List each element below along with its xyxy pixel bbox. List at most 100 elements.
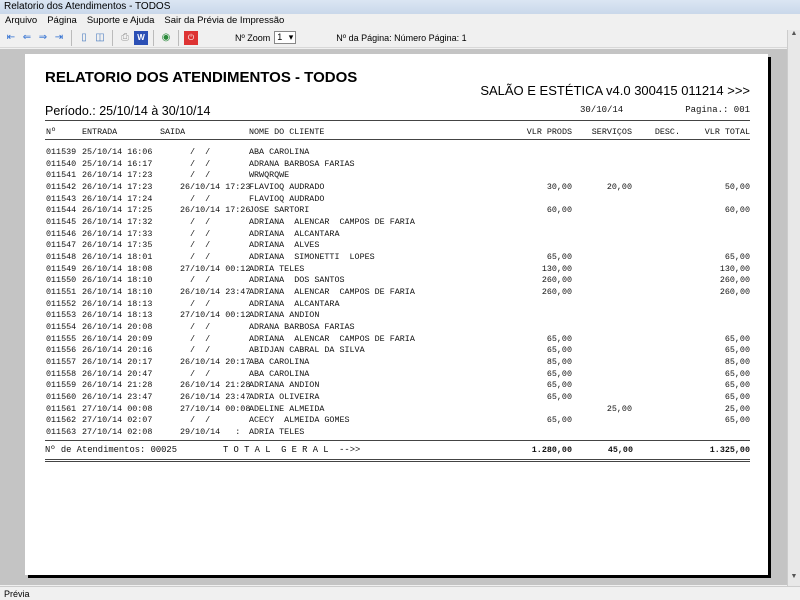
row-saida: / / <box>180 333 211 344</box>
row-vlr-total: 65,00 <box>724 252 750 263</box>
toolbar: ⇤ ⇐ ⇒ ⇥ ▯ ◫ ⎙ W ◉ ⏻ Nº Zoom 1 ▾ Nº da Pág… <box>0 28 800 48</box>
row-entrada: 26/10/14 18:10 <box>82 275 153 286</box>
row-cliente: ADRIA TELES <box>249 427 305 438</box>
row-saida: / / <box>180 275 211 286</box>
row-cliente: ADRANA BARBOSA FARIAS <box>249 322 355 333</box>
row-saida: / / <box>180 345 211 356</box>
report-period: Período.: 25/10/14 à 30/10/14 <box>45 104 211 118</box>
row-vlr-total: 260,00 <box>719 287 750 298</box>
total-prods: 1.280,00 <box>531 445 572 455</box>
row-entrada: 27/10/14 02:07 <box>82 415 153 426</box>
status-bar: Prévia <box>0 586 800 600</box>
row-entrada: 26/10/14 18:01 <box>82 252 153 263</box>
row-vlr-total: 65,00 <box>724 368 750 379</box>
row-entrada: 26/10/14 20:09 <box>82 333 153 344</box>
row-cliente: ADRIANA SIMONETTI LOPES <box>249 252 375 263</box>
last-page-icon[interactable]: ⇥ <box>52 31 66 45</box>
row-cliente: FLAVIOQ AUDRADO <box>249 182 325 192</box>
row-vlr-prods: 260,00 <box>541 275 572 286</box>
scroll-down-icon[interactable]: ▼ <box>788 573 800 586</box>
row-id: 011559 <box>46 380 77 391</box>
row-entrada: 26/10/14 21:28 <box>82 380 153 391</box>
separator <box>112 29 113 46</box>
window-title: Relatorio dos Atendimentos - TODOS <box>0 0 800 14</box>
separator <box>178 29 179 46</box>
row-entrada: 26/10/14 18:13 <box>82 298 153 309</box>
print-icon[interactable]: ⎙ <box>118 31 132 45</box>
row-id: 011556 <box>46 345 77 356</box>
row-cliente: ADRIANA ALCANTARA <box>249 298 340 309</box>
vertical-scrollbar[interactable]: ▲ ▼ <box>787 30 800 586</box>
row-cliente: ABIDJAN CABRAL DA SILVA <box>249 345 365 356</box>
scroll-up-icon[interactable]: ▲ <box>788 30 800 43</box>
zoom-select[interactable]: 1 ▾ <box>274 31 297 44</box>
row-id: 011562 <box>46 415 77 426</box>
row-vlr-total: 260,00 <box>719 275 750 286</box>
row-entrada: 26/10/14 20:17 <box>82 357 153 368</box>
separator <box>71 29 72 46</box>
prev-page-icon[interactable]: ⇐ <box>20 31 34 45</box>
menu-sair[interactable]: Sair da Prévia de Impressão <box>159 14 289 28</box>
system-name: SALÃO E ESTÉTICA v4.0 300415 011214 >>> <box>480 83 750 98</box>
preview-area: RELATORIO DOS ATENDIMENTOS - TODOS SALÃO… <box>0 49 787 585</box>
row-id: 011539 <box>46 147 77 157</box>
column-header: ENTRADA <box>82 127 118 137</box>
row-entrada: 26/10/14 17:25 <box>82 205 153 216</box>
next-page-icon[interactable]: ⇒ <box>36 31 50 45</box>
row-id: 011545 <box>46 217 77 228</box>
row-cliente: ABA CAROLINA <box>249 368 310 379</box>
menu-pagina[interactable]: Página <box>42 14 82 28</box>
row-vlr-total: 65,00 <box>724 380 750 391</box>
single-page-icon[interactable]: ▯ <box>77 31 91 45</box>
row-id: 011541 <box>46 170 77 181</box>
row-id: 011563 <box>46 427 77 438</box>
row-vlr-total: 60,00 <box>724 205 750 216</box>
row-saida: / / <box>180 252 211 263</box>
row-vlr-total: 65,00 <box>724 333 750 344</box>
row-saida: 26/10/14 21:28 <box>180 380 251 391</box>
row-vlr-prods: 260,00 <box>541 287 572 298</box>
column-header: DESC. <box>654 127 680 137</box>
row-entrada: 27/10/14 02:08 <box>82 427 153 438</box>
row-id: 011543 <box>46 193 77 204</box>
menu-suporte[interactable]: Suporte e Ajuda <box>82 14 160 28</box>
row-saida: / / <box>180 228 211 239</box>
row-entrada: 26/10/14 18:08 <box>82 263 153 274</box>
two-page-icon[interactable]: ◫ <box>93 31 107 45</box>
chevron-down-icon: ▾ <box>288 32 294 42</box>
row-cliente: ADRIANA ALENCAR CAMPOS DE FARIA <box>249 217 415 228</box>
row-entrada: 25/10/14 16:17 <box>82 158 153 169</box>
zoom-value: 1 <box>277 32 283 42</box>
row-saida: 27/10/14 00:12 <box>180 263 251 274</box>
first-page-icon[interactable]: ⇤ <box>4 31 18 45</box>
row-saida: / / <box>180 415 211 426</box>
row-entrada: 26/10/14 18:10 <box>82 287 153 298</box>
row-vlr-prods: 60,00 <box>546 205 572 216</box>
row-entrada: 25/10/14 16:06 <box>82 147 153 157</box>
row-vlr-prods: 65,00 <box>546 368 572 379</box>
menu-bar: Arquivo Página Suporte e Ajuda Sair da P… <box>0 14 800 28</box>
divider <box>45 139 750 140</box>
row-id: 011558 <box>46 368 77 379</box>
row-saida: 26/10/14 23:47 <box>180 287 251 298</box>
column-header: SAIDA <box>160 127 186 137</box>
row-saida: / / <box>180 240 211 251</box>
row-id: 011560 <box>46 392 77 403</box>
row-vlr-prods: 65,00 <box>546 252 572 263</box>
word-export-icon[interactable]: W <box>134 30 148 45</box>
row-entrada: 26/10/14 17:32 <box>82 217 153 228</box>
row-saida: / / <box>180 217 211 228</box>
row-cliente: ADRIANA ANDION <box>249 380 320 391</box>
row-id: 011550 <box>46 275 77 286</box>
export-icon[interactable]: ◉ <box>159 31 173 45</box>
row-servicos: 20,00 <box>606 182 632 192</box>
close-preview-icon[interactable]: ⏻ <box>184 30 198 45</box>
row-vlr-total: 130,00 <box>719 263 750 274</box>
row-cliente: WRWQRQWE <box>249 170 290 181</box>
row-cliente: ADRIA OLIVEIRA <box>249 392 320 403</box>
divider <box>45 440 750 441</box>
row-saida: / / <box>180 170 211 181</box>
page-number-label: Nº da Página: Número Página: 1 <box>336 32 467 43</box>
row-vlr-prods: 65,00 <box>546 392 572 403</box>
menu-arquivo[interactable]: Arquivo <box>0 14 42 28</box>
